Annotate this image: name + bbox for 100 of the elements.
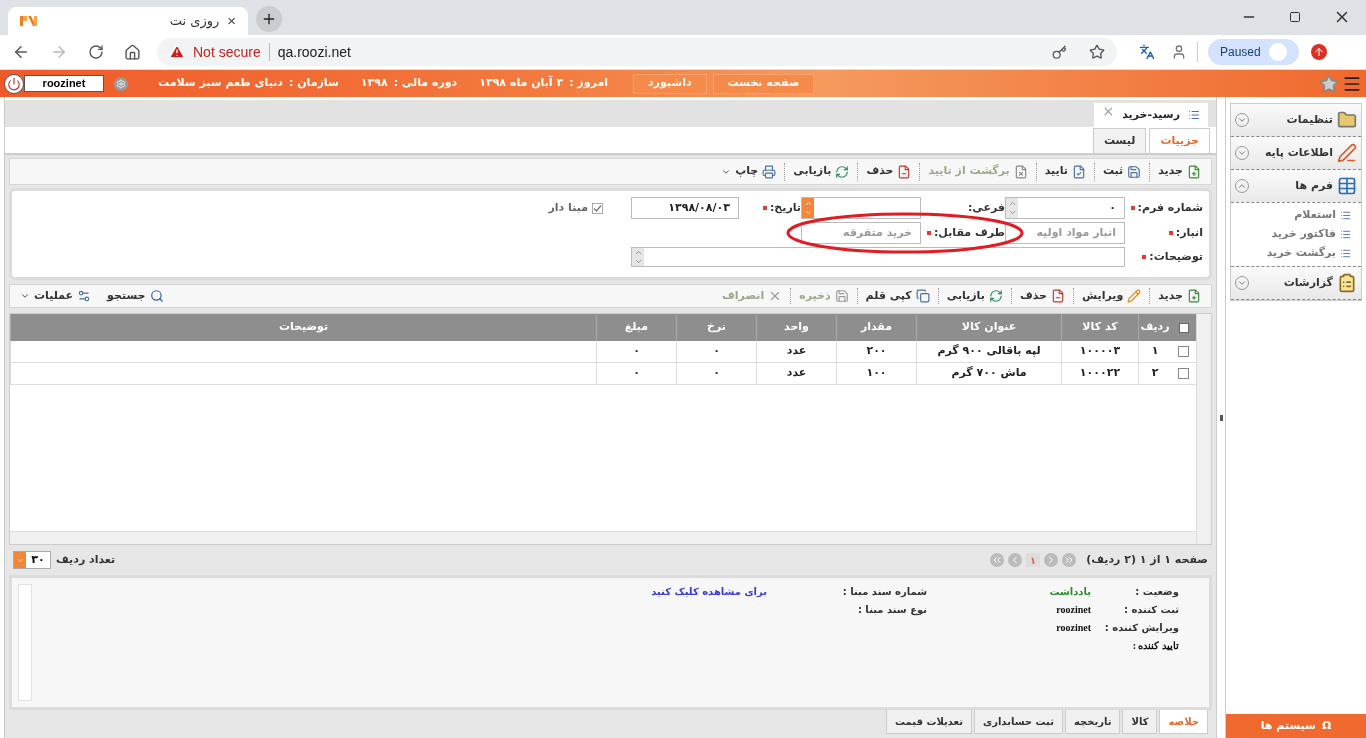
document-tab[interactable]: رسید-خرید × <box>1094 103 1208 127</box>
checkbox[interactable] <box>592 202 603 214</box>
table-cell: ۱۰۰ <box>836 363 916 384</box>
table-cell: ۰ <box>676 341 756 362</box>
pen-icon <box>1337 143 1357 163</box>
search-icon <box>149 289 164 303</box>
table-cell: ۱ <box>1138 341 1171 362</box>
refresh-icon <box>835 164 850 179</box>
address-bar[interactable]: Not secure qa.roozi.net <box>157 38 1117 66</box>
toolbar-button[interactable]: ثبت <box>1094 161 1150 182</box>
view-link[interactable]: برای مشاهده کلیک کنید <box>651 584 767 599</box>
toolbar-button[interactable]: بازیابی <box>785 161 858 182</box>
browser-tab[interactable]: روزی نت × <box>8 7 248 35</box>
toolbar-button[interactable]: جدید <box>1150 286 1209 306</box>
table-cell: ۰ <box>676 363 756 384</box>
table-cell: ۰ <box>596 341 676 362</box>
file-minus-icon <box>897 164 912 179</box>
star-icon[interactable] <box>1089 44 1105 60</box>
info-label: دوره مالی : <box>393 75 458 92</box>
pagination-summary: صفحه ۱ از ۱ (۲ ردیف) <box>1086 551 1208 568</box>
spinner-icon[interactable] <box>1006 198 1018 218</box>
sidebar-section[interactable]: فرم ها <box>1231 170 1361 202</box>
spinner-icon[interactable] <box>632 248 644 266</box>
sidebar-section[interactable]: تنظیمات <box>1231 104 1361 136</box>
tab[interactable]: کالا <box>1122 710 1158 734</box>
clipboard-icon <box>1337 273 1357 293</box>
page-size-select[interactable]: ۳۰ <box>13 551 51 569</box>
toolbar-button[interactable]: جستجو <box>99 286 172 306</box>
file-minus-icon <box>1050 289 1065 303</box>
text-area[interactable] <box>631 247 1125 267</box>
toolbar-button[interactable]: عملیات <box>12 286 100 306</box>
logo-icon <box>20 15 38 27</box>
file-check-icon <box>1071 164 1086 179</box>
detail-label: وضعیت : <box>1134 585 1179 599</box>
update-icon[interactable] <box>1310 44 1327 60</box>
toolbar-button[interactable]: حذف <box>858 161 920 182</box>
home-icon[interactable] <box>124 43 141 61</box>
power-icon[interactable] <box>4 73 24 94</box>
toolbar-button[interactable]: تایید <box>1036 161 1094 182</box>
url-text: qa.roozi.net <box>277 42 351 62</box>
table-cell: ۰ <box>596 363 676 384</box>
translate-icon[interactable] <box>1139 44 1155 60</box>
detail-label: نوع سند مبنا : <box>856 603 927 617</box>
sidebar-item[interactable]: برگشت خرید <box>1231 244 1361 263</box>
detail-label: شماره سند مبنا : <box>841 585 927 599</box>
list-icon <box>1340 210 1351 221</box>
key-icon[interactable] <box>1052 44 1067 60</box>
settings-icon[interactable] <box>114 76 128 91</box>
detail-value: roozinet <box>1056 621 1091 635</box>
table-cell: ۲۰۰ <box>836 341 916 362</box>
profile-button[interactable]: Paused <box>1208 39 1299 65</box>
tab[interactable]: تاریخچه <box>1064 710 1121 734</box>
copy-icon <box>915 289 930 303</box>
toolbar-button[interactable]: کپی قلم <box>857 286 938 306</box>
star-icon[interactable] <box>1319 73 1339 94</box>
tab[interactable]: تعدیلات قیمت <box>886 710 972 734</box>
floppy-icon <box>834 289 849 303</box>
list-icon <box>1188 109 1200 121</box>
row-checkbox[interactable] <box>1178 368 1189 379</box>
page-size-label: تعداد ردیف <box>56 551 116 568</box>
toolbar-button[interactable]: ویرایش <box>1073 286 1150 306</box>
back-icon[interactable] <box>12 43 30 61</box>
toolbar-button[interactable]: جدید <box>1150 161 1209 182</box>
floppy-icon <box>1127 164 1142 179</box>
sidebar-item[interactable]: استعلام <box>1231 206 1361 225</box>
security-label: Not secure <box>193 42 261 62</box>
input-field[interactable]: ۱۳۹۸/۰۸/۰۳ <box>631 197 739 219</box>
table-icon <box>1337 176 1357 196</box>
file-x-icon <box>1013 164 1028 179</box>
row-checkbox[interactable] <box>1178 346 1189 357</box>
horizontal-scrollbar[interactable] <box>10 531 1196 544</box>
tab[interactable]: ثبت حسابداری <box>974 710 1063 734</box>
refresh-icon <box>988 289 1003 303</box>
toolbar-button[interactable]: بازیابی <box>938 286 1011 306</box>
table-cell: ۱۰۰۰۰۳ <box>1061 341 1138 362</box>
vertical-scrollbar[interactable] <box>1196 314 1211 544</box>
maximize-icon[interactable] <box>1289 11 1301 23</box>
pencil-icon <box>1127 289 1142 303</box>
input-field[interactable]: ۰ <box>1005 197 1125 219</box>
field-label: فرعی: <box>967 199 1005 216</box>
toolbar-button[interactable]: چاپ <box>713 161 785 182</box>
sidebar-item[interactable]: فاکتور خرید <box>1231 225 1361 244</box>
user-field[interactable]: roozinet <box>24 75 104 92</box>
sidebar-section[interactable]: گزارشات <box>1231 267 1361 299</box>
select-all-checkbox[interactable] <box>1178 322 1189 333</box>
printer-icon <box>762 164 777 179</box>
table-cell: ۲ <box>1138 363 1171 384</box>
tab[interactable]: لیست <box>1092 128 1147 153</box>
detail-value: roozinet <box>1056 603 1091 617</box>
vertical-scrollbar[interactable] <box>18 584 32 701</box>
sliders-icon <box>77 289 92 303</box>
splitter-handle[interactable] <box>1219 414 1223 421</box>
new-tab-icon[interactable] <box>256 6 282 32</box>
info-label: سازمان : <box>288 75 339 92</box>
toolbar-button[interactable]: حذف <box>1011 286 1073 306</box>
field-label: شماره فرم: <box>1137 199 1203 216</box>
reload-icon[interactable] <box>88 44 104 60</box>
tab-close-button[interactable]: × <box>227 9 236 33</box>
sidebar-section[interactable]: اطلاعات پایه <box>1231 137 1361 169</box>
table-cell: لپه باقالی ۹۰۰ گرم <box>916 341 1061 362</box>
